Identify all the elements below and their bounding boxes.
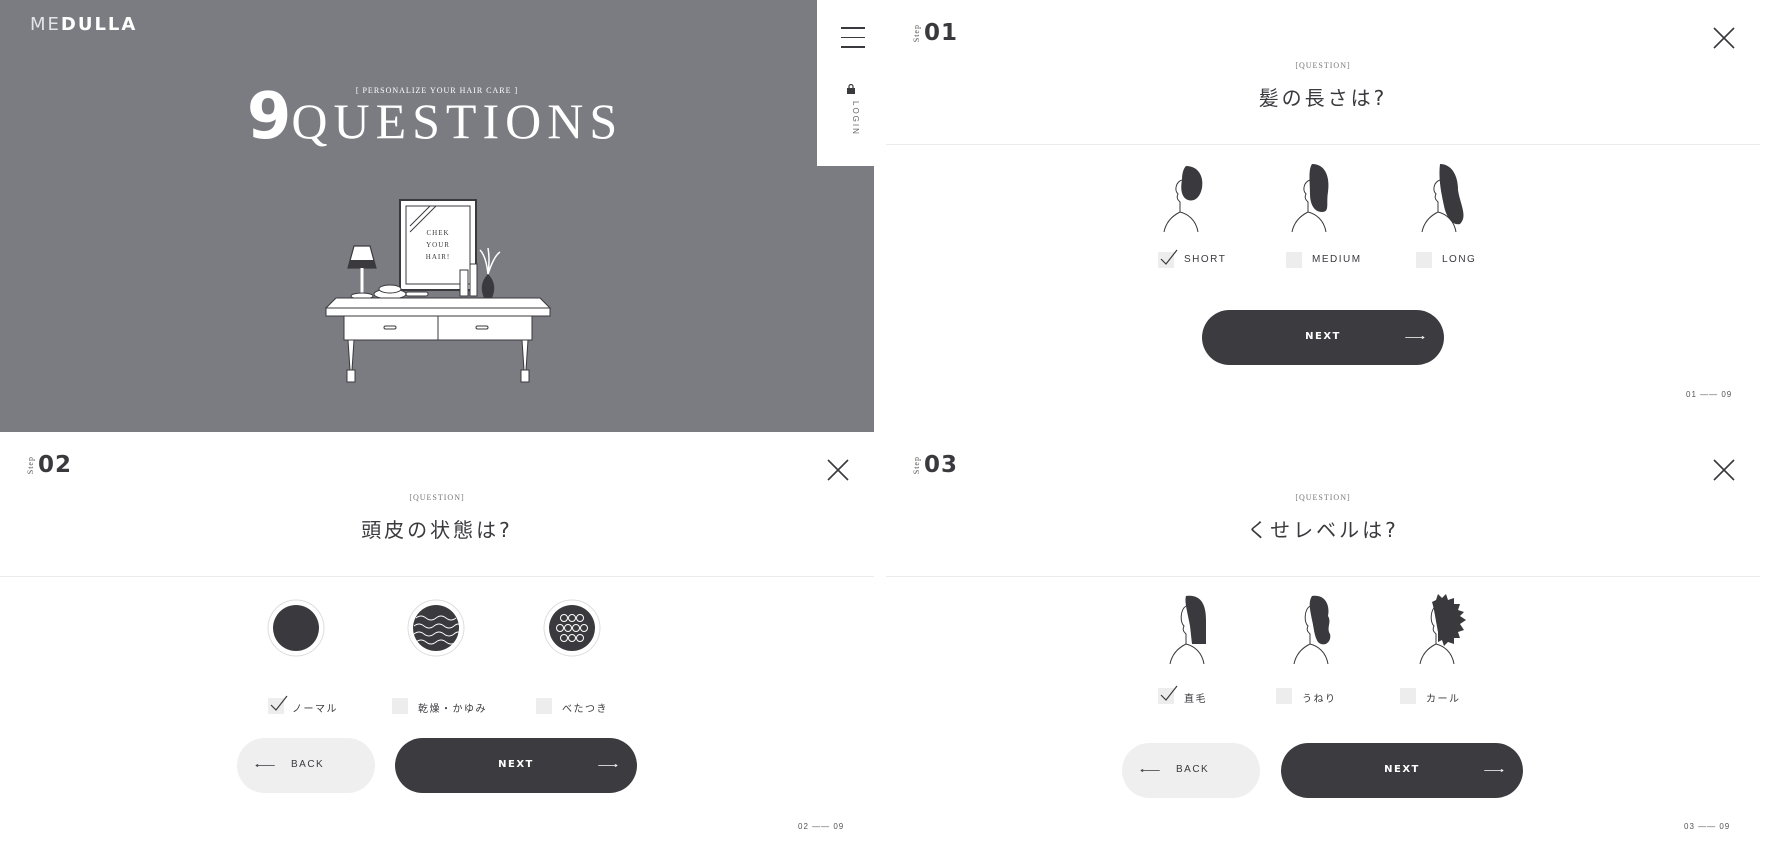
option-straight[interactable]: 直毛 bbox=[1158, 592, 1284, 705]
medium-hair-icon bbox=[1291, 164, 1329, 233]
close-icon[interactable] bbox=[1712, 458, 1736, 482]
step-label: Step bbox=[912, 24, 921, 43]
next-button[interactable]: NEXT bbox=[1281, 743, 1523, 798]
login-link[interactable]: LOGIN bbox=[842, 101, 860, 141]
divider bbox=[886, 576, 1760, 577]
checkbox-wavy[interactable] bbox=[1276, 688, 1292, 704]
step-number: 03 bbox=[924, 452, 959, 478]
short-hair-icon bbox=[1163, 166, 1203, 233]
normal-scalp-icon bbox=[267, 599, 325, 657]
option-label: SHORT bbox=[1184, 254, 1227, 265]
checkmark-icon bbox=[1160, 685, 1178, 701]
option-label: カール bbox=[1426, 694, 1461, 705]
option-label: MEDIUM bbox=[1312, 254, 1362, 265]
checkbox-oily[interactable] bbox=[536, 698, 552, 714]
hero-title-word: QUESTIONS bbox=[291, 93, 624, 149]
long-hair-icon bbox=[1421, 164, 1464, 233]
checkbox-medium[interactable] bbox=[1286, 252, 1302, 268]
next-button[interactable]: NEXT bbox=[1202, 310, 1444, 365]
arrow-right-icon bbox=[598, 764, 618, 767]
lock-icon bbox=[847, 84, 855, 94]
mirror-text-3: HAIR! bbox=[426, 253, 450, 261]
close-icon[interactable] bbox=[826, 458, 850, 482]
option-short[interactable]: SHORT bbox=[1158, 160, 1278, 270]
question-text: くせレベルは? bbox=[1247, 518, 1399, 542]
dry-scalp-icon bbox=[407, 599, 465, 657]
checkbox-short[interactable] bbox=[1158, 249, 1178, 268]
hero-panel: MEDULLA [ PERSONALIZE YOUR HAIR CARE ] 9… bbox=[0, 0, 874, 432]
divider bbox=[0, 576, 874, 577]
checkbox-dry[interactable] bbox=[392, 698, 408, 714]
arrow-right-icon bbox=[1405, 336, 1425, 339]
checkmark-icon bbox=[1160, 249, 1178, 265]
mirror-text-1: CHEK bbox=[426, 229, 449, 237]
option-oily[interactable]: べたつき bbox=[536, 598, 662, 715]
straight-hair-icon bbox=[1169, 595, 1206, 665]
option-dry[interactable]: 乾燥・かゆみ bbox=[392, 598, 526, 715]
question-text: 頭皮の状態は? bbox=[361, 518, 513, 542]
hamburger-menu-icon[interactable] bbox=[841, 27, 865, 49]
option-label: ノーマル bbox=[292, 704, 338, 715]
option-label: うねり bbox=[1302, 694, 1337, 705]
checkmark-icon bbox=[270, 695, 288, 711]
step-label: Step bbox=[26, 456, 35, 475]
option-label: べたつき bbox=[562, 704, 608, 715]
medulla-logo[interactable]: MEDULLA bbox=[30, 14, 137, 35]
divider bbox=[886, 144, 1760, 145]
arrow-left-icon bbox=[1140, 769, 1160, 772]
step-02-panel: Step 02 [QUESTION] 頭皮の状態は? ノーマル 乾燥・かゆみ べ… bbox=[0, 432, 874, 865]
option-curly[interactable]: カール bbox=[1400, 592, 1534, 705]
checkbox-curly[interactable] bbox=[1400, 688, 1416, 704]
progress-indicator: 03 —— 09 bbox=[1684, 822, 1731, 831]
step-number: 02 bbox=[38, 452, 73, 478]
back-button[interactable]: BACK bbox=[237, 738, 375, 793]
question-text: 髪の長さは? bbox=[1258, 86, 1388, 110]
question-label: [QUESTION] bbox=[1295, 493, 1351, 502]
back-button[interactable]: BACK bbox=[1122, 743, 1260, 798]
question-label: [QUESTION] bbox=[1295, 61, 1351, 70]
close-icon[interactable] bbox=[1712, 26, 1736, 50]
question-label: [QUESTION] bbox=[409, 493, 465, 502]
hero-title: 9QUESTIONS bbox=[0, 80, 870, 154]
mirror-text-2: YOUR bbox=[426, 241, 450, 249]
progress-indicator: 02 —— 09 bbox=[798, 822, 845, 831]
option-long[interactable]: LONG bbox=[1416, 160, 1536, 270]
vanity-table-illustration: CHEK YOUR HAIR! bbox=[324, 199, 552, 383]
option-label: LONG bbox=[1442, 254, 1477, 265]
option-normal[interactable]: ノーマル bbox=[266, 598, 386, 715]
option-medium[interactable]: MEDIUM bbox=[1286, 160, 1406, 270]
step-03-panel: Step 03 [QUESTION] くせレベルは? 直毛 うねり カール BA… bbox=[886, 432, 1760, 865]
arrow-right-icon bbox=[1484, 769, 1504, 772]
curly-hair-icon bbox=[1419, 594, 1466, 665]
step-number: 01 bbox=[924, 20, 959, 46]
option-label: 直毛 bbox=[1184, 694, 1207, 705]
next-button[interactable]: NEXT bbox=[395, 738, 637, 793]
hero-title-number: 9 bbox=[246, 80, 292, 154]
checkbox-normal[interactable] bbox=[268, 695, 288, 714]
step-01-panel: Step 01 [QUESTION] 髪の長さは? SHORT MEDIUM L… bbox=[886, 0, 1760, 432]
progress-indicator: 01 —— 09 bbox=[1686, 390, 1733, 399]
arrow-left-icon bbox=[255, 764, 275, 767]
oily-scalp-icon bbox=[543, 599, 601, 657]
step-label: Step bbox=[912, 456, 921, 475]
checkbox-straight[interactable] bbox=[1158, 685, 1178, 704]
checkbox-long[interactable] bbox=[1416, 252, 1432, 268]
menu-box bbox=[817, 0, 874, 166]
wavy-hair-icon bbox=[1293, 595, 1331, 665]
option-label: 乾燥・かゆみ bbox=[418, 704, 487, 715]
option-wavy[interactable]: うねり bbox=[1276, 592, 1408, 705]
screenshot-stage: MEDULLA [ PERSONALIZE YOUR HAIR CARE ] 9… bbox=[0, 0, 1772, 865]
